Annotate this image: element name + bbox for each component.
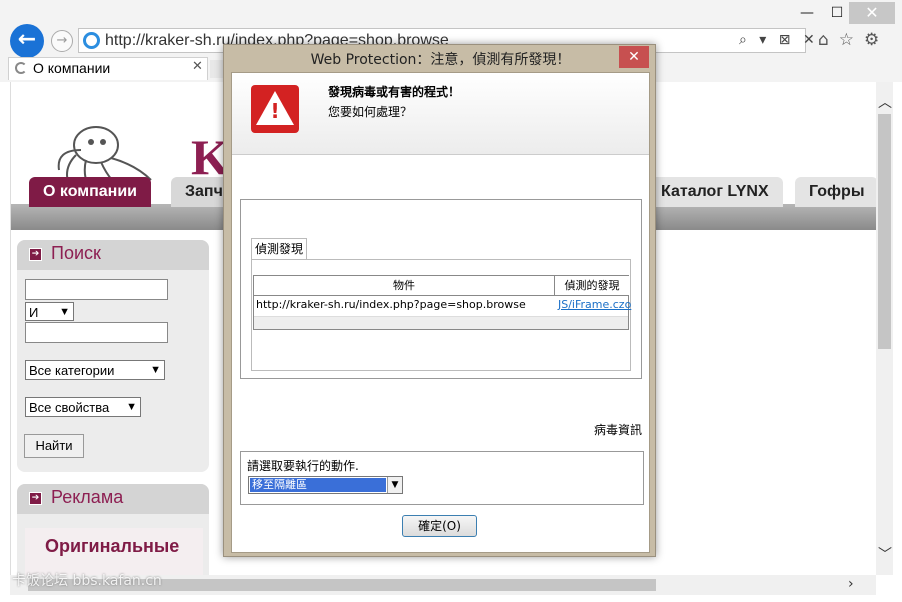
virus-info-link[interactable]: 病毒資訊: [594, 421, 642, 438]
property-select[interactable]: Все свойства ▼: [25, 397, 141, 417]
tab-detections[interactable]: 偵測發現: [251, 238, 307, 260]
chevron-down-icon: ▼: [126, 401, 137, 413]
table-empty-row: [254, 316, 628, 329]
maximize-button[interactable]: ☐: [822, 2, 852, 24]
settings-icon[interactable]: ⚙: [864, 30, 889, 50]
watermark: 卡饭论坛 bbs.kafan.cn: [12, 573, 162, 589]
ads-title: Реклама: [51, 487, 124, 507]
browser-tab[interactable]: О компании ✕: [8, 57, 208, 80]
ads-box-header: ➔ Реклама: [17, 484, 209, 514]
find-button[interactable]: Найти: [24, 434, 84, 458]
vertical-scrollbar[interactable]: ︿ ﹀: [876, 82, 893, 575]
web-protection-dialog: Web Protection：注意，偵測有所發現！ ✕ ! 發現病毒或有害的程式…: [223, 44, 656, 557]
dialog-body: ! 發現病毒或有害的程式！ 您要如何處理？ 偵測發現 物件 偵測的發現 http…: [231, 72, 650, 553]
chevron-up-icon[interactable]: ︿: [878, 92, 892, 112]
detection-panel: 物件 偵測的發現 http://kraker-sh.ru/index.php?p…: [251, 259, 631, 371]
favorites-icon[interactable]: ☆: [839, 30, 864, 50]
exclamation-mark: !: [270, 99, 280, 123]
ad-banner-text: Оригинальные: [45, 536, 180, 556]
column-header-object[interactable]: 物件: [254, 276, 555, 296]
chevron-down-icon: ▼: [150, 364, 161, 376]
chevron-down-icon[interactable]: ﹀: [878, 544, 892, 564]
action-label: 請選取要執行的動作.: [247, 459, 359, 473]
toolbar-icons: ⌂☆⚙: [818, 30, 889, 50]
vertical-scroll-thumb[interactable]: [878, 114, 891, 349]
category-select[interactable]: Все категории ▼: [25, 360, 165, 380]
action-group: 請選取要執行的動作. 移至隔離區 ▼: [240, 451, 644, 505]
nav-tab-catalog-lynx[interactable]: Каталог LYNX: [647, 177, 783, 207]
search-box: ➔ Поиск И ▼ Все категории ▼ Все свойства ▼ …: [17, 240, 209, 472]
nav-tab-about[interactable]: О компании: [29, 177, 151, 207]
table-cell-object: http://kraker-sh.ru/index.php?page=shop.…: [256, 298, 526, 311]
search-input-2[interactable]: [25, 322, 168, 343]
detection-group: 偵測發現 物件 偵測的發現 http://kraker-sh.ru/index.…: [240, 199, 642, 379]
nav-tab-gofry[interactable]: Гофры: [795, 177, 876, 207]
column-header-detection[interactable]: 偵測的發現: [555, 276, 629, 296]
arrow-bullet-icon: ➔: [29, 248, 42, 261]
dialog-header: ! 發現病毒或有害的程式！ 您要如何處理？: [232, 73, 649, 155]
loading-icon: [15, 62, 27, 74]
chevron-right-icon[interactable]: ›: [848, 576, 854, 592]
dialog-close-button[interactable]: ✕: [619, 46, 649, 68]
ad-banner[interactable]: Оригинальные: [25, 528, 203, 575]
dialog-title: Web Protection：注意，偵測有所發現！: [310, 52, 571, 68]
logic-select[interactable]: И ▼: [25, 302, 74, 321]
alert-heading: 發現病毒或有害的程式！: [328, 85, 461, 99]
action-selected-value: 移至隔離區: [250, 478, 386, 492]
chevron-down-icon[interactable]: ▼: [387, 477, 402, 493]
forward-button[interactable]: →: [51, 30, 73, 52]
close-tab-icon[interactable]: ✕: [192, 59, 203, 74]
action-select[interactable]: 移至隔離區 ▼: [248, 476, 403, 494]
close-icon: ✕: [628, 49, 640, 65]
ok-button[interactable]: 確定(O): [402, 515, 477, 537]
arrow-left-icon: ←: [17, 27, 37, 52]
home-icon[interactable]: ⌂: [818, 30, 839, 50]
search-box-header: ➔ Поиск: [17, 240, 209, 270]
chevron-down-icon: ▼: [59, 306, 70, 318]
detection-table: 物件 偵測的發現 http://kraker-sh.ru/index.php?p…: [253, 275, 631, 330]
ie-logo-icon: [83, 32, 100, 49]
back-button[interactable]: ←: [10, 24, 44, 58]
arrow-bullet-icon: ➔: [29, 492, 42, 505]
minimize-button[interactable]: —: [792, 2, 822, 24]
warning-icon: !: [251, 85, 299, 133]
address-actions[interactable]: ⌕ ▾ ⊠ ✕: [739, 32, 819, 48]
window-close-button[interactable]: ✕: [849, 2, 895, 24]
detection-link[interactable]: JS/iFrame.czo: [558, 298, 631, 311]
arrow-right-icon: →: [56, 33, 68, 48]
alert-subheading: 您要如何處理？: [328, 105, 413, 119]
ads-box: ➔ Реклама Оригинальные: [17, 484, 209, 575]
search-title: Поиск: [51, 243, 101, 263]
search-input[interactable]: [25, 279, 168, 300]
tab-title: О компании: [33, 60, 111, 76]
